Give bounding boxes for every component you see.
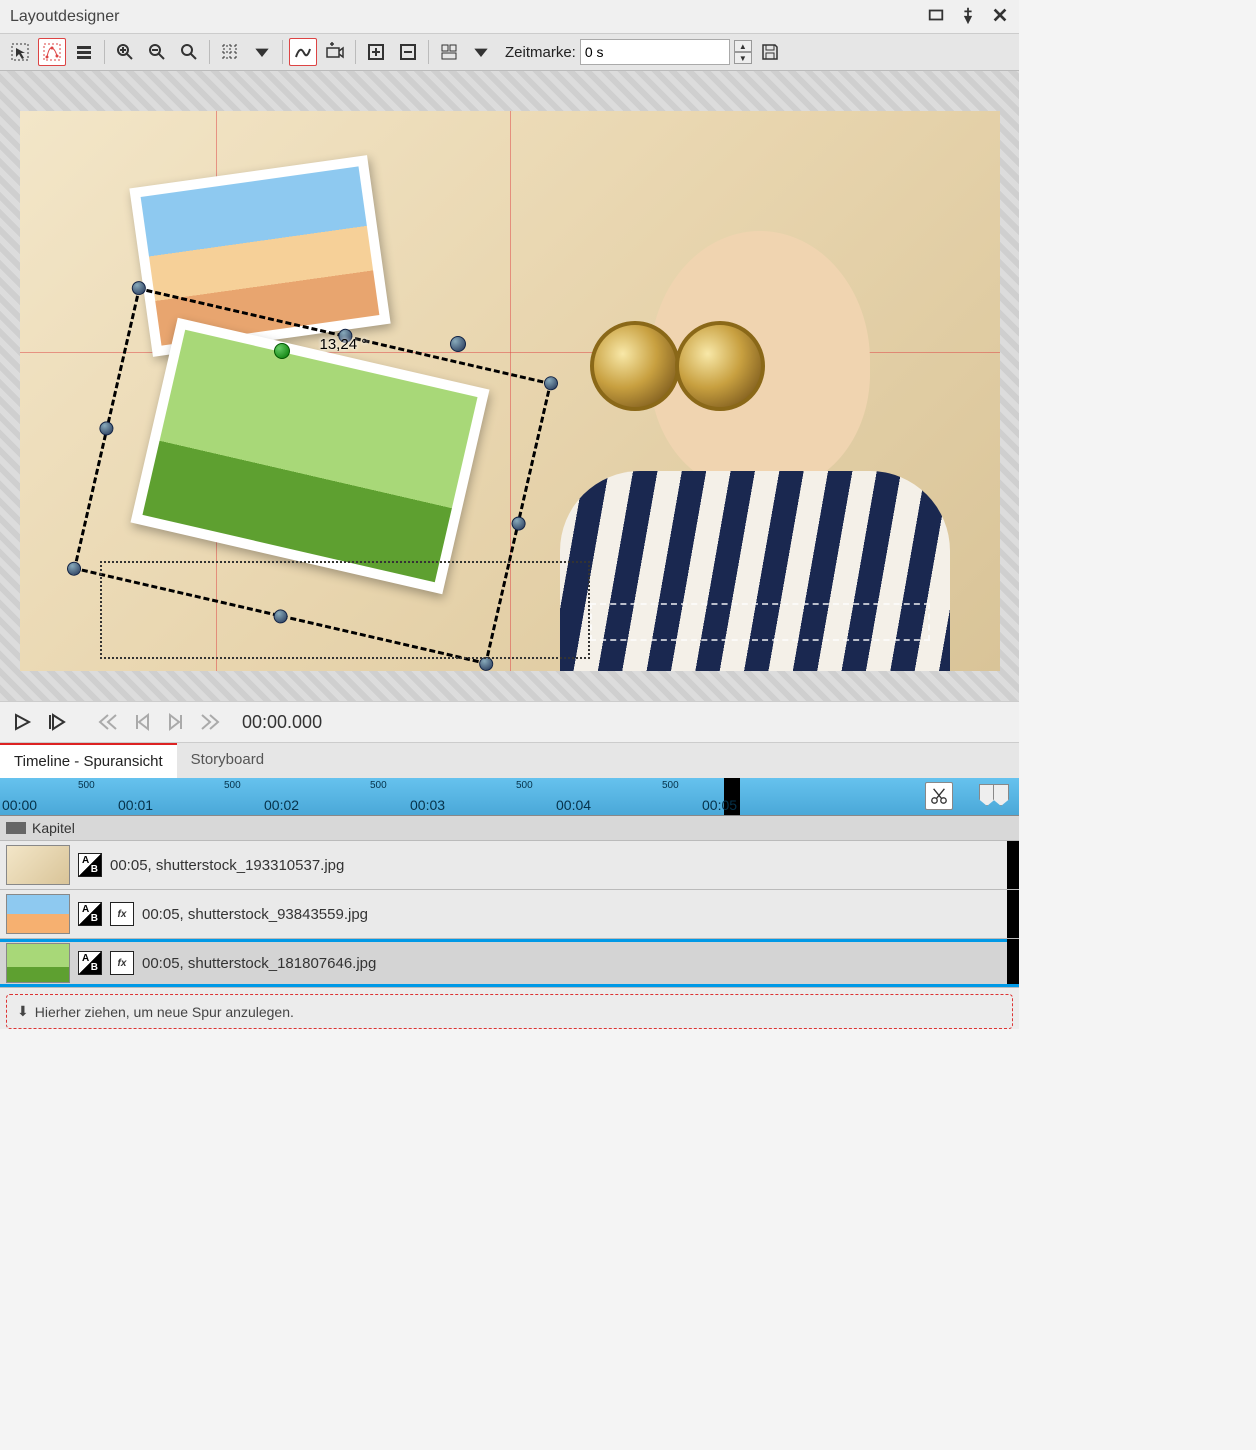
arrow-down-icon: ⬇ (17, 1003, 29, 1020)
ruler-minor: 500 (370, 780, 387, 791)
playback-bar: 00:00.000 (0, 701, 1019, 743)
window-title: Layoutdesigner (10, 8, 119, 26)
tab-timeline[interactable]: Timeline - Spuransicht (0, 743, 177, 778)
chapter-label: Kapitel (32, 820, 75, 836)
track-row[interactable]: AB fx 00:05, shutterstock_93843559.jpg (0, 890, 1019, 939)
timeline-tracks: Kapitel AB 00:05, shutterstock_193310537… (0, 816, 1019, 1029)
timeline-ruler[interactable]: 00:00 500 00:01 500 00:02 500 00:03 500 … (0, 778, 1019, 816)
fx-badge-icon[interactable]: fx (110, 951, 134, 975)
rotation-angle-label: 13,24 ° (320, 336, 368, 353)
path-tool-icon[interactable] (38, 38, 66, 66)
transition-badge-icon[interactable]: AB (78, 902, 102, 926)
resize-handle[interactable] (98, 420, 115, 437)
rotation-center-handle[interactable] (274, 343, 290, 359)
ruler-label: 00:00 (2, 797, 37, 813)
select-tool-icon[interactable] (6, 38, 34, 66)
ruler-minor: 500 (224, 780, 241, 791)
align-tool-icon[interactable] (435, 38, 463, 66)
transition-badge-icon[interactable]: AB (78, 853, 102, 877)
list-tool-icon[interactable] (70, 38, 98, 66)
keyframe-add-icon[interactable] (362, 38, 390, 66)
rotation-handle[interactable] (450, 336, 466, 352)
keyframe-remove-icon[interactable] (394, 38, 422, 66)
zeitmarke-up-icon[interactable]: ▲ (734, 40, 752, 52)
ruler-label: 00:02 (264, 797, 299, 813)
canvas-area: 13,24 ° (0, 71, 1019, 701)
forward-icon[interactable] (198, 710, 222, 734)
track-row-selected[interactable]: AB fx 00:05, shutterstock_181807646.jpg (0, 939, 1019, 988)
window-pin-icon[interactable] (959, 6, 977, 27)
zeitmarke-input[interactable] (580, 39, 730, 65)
new-track-drop-zone[interactable]: ⬇ Hierher ziehen, um neue Spur anzulegen… (6, 994, 1013, 1029)
motion-path-icon[interactable] (289, 38, 317, 66)
tab-storyboard[interactable]: Storyboard (177, 743, 278, 778)
rewind-icon[interactable] (96, 710, 120, 734)
clip-thumbnail[interactable] (6, 894, 70, 934)
playback-time: 00:00.000 (242, 712, 322, 733)
clip-end-handle[interactable] (1007, 890, 1019, 938)
ruler-label: 00:01 (118, 797, 153, 813)
ruler-label: 00:03 (410, 797, 445, 813)
ruler-label: 00:04 (556, 797, 591, 813)
ruler-minor: 500 (662, 780, 679, 791)
range-markers[interactable] (979, 784, 1007, 806)
fx-badge-icon[interactable]: fx (110, 902, 134, 926)
chapter-handle-icon[interactable] (6, 822, 26, 834)
next-frame-icon[interactable] (164, 710, 188, 734)
grid-icon[interactable] (216, 38, 244, 66)
zoom-out-icon[interactable] (143, 38, 171, 66)
ruler-label: 00:05 (702, 797, 737, 813)
ruler-minor: 500 (516, 780, 533, 791)
zeitmarke-down-icon[interactable]: ▼ (734, 52, 752, 64)
layout-canvas[interactable]: 13,24 ° (20, 111, 1000, 671)
clip-label: 00:05, shutterstock_93843559.jpg (142, 906, 368, 923)
play-from-icon[interactable] (44, 710, 68, 734)
clip-end-handle[interactable] (1007, 939, 1019, 987)
clip-end-handle[interactable] (1007, 841, 1019, 889)
clip-thumbnail[interactable] (6, 943, 70, 983)
zoom-fit-icon[interactable] (175, 38, 203, 66)
window-restore-icon[interactable] (927, 6, 945, 27)
overlay-placeholder (590, 603, 930, 641)
transition-badge-icon[interactable]: AB (78, 951, 102, 975)
selection-bounds-original (100, 561, 590, 659)
cut-icon[interactable] (925, 782, 953, 810)
prev-frame-icon[interactable] (130, 710, 154, 734)
grid-dropdown-icon[interactable] (248, 38, 276, 66)
track-row[interactable]: AB 00:05, shutterstock_193310537.jpg (0, 841, 1019, 890)
background-photo-subject (540, 191, 960, 671)
ruler-minor: 500 (78, 780, 95, 791)
resize-handle[interactable] (65, 560, 82, 577)
zeitmarke-label: Zeitmarke: (505, 44, 576, 61)
align-dropdown-icon[interactable] (467, 38, 495, 66)
zoom-in-icon[interactable] (111, 38, 139, 66)
save-icon[interactable] (756, 38, 784, 66)
clip-thumbnail[interactable] (6, 845, 70, 885)
drop-hint-label: Hierher ziehen, um neue Spur anzulegen. (35, 1004, 294, 1020)
clip-label: 00:05, shutterstock_181807646.jpg (142, 955, 376, 972)
view-tabs: Timeline - Spuransicht Storyboard (0, 743, 1019, 778)
chapter-header[interactable]: Kapitel (0, 816, 1019, 841)
layout-toolbar: Zeitmarke: ▲ ▼ (0, 34, 1019, 71)
clip-label: 00:05, shutterstock_193310537.jpg (110, 857, 344, 874)
window-close-icon[interactable] (991, 6, 1009, 27)
camera-add-icon[interactable] (321, 38, 349, 66)
resize-handle[interactable] (510, 515, 527, 532)
titlebar: Layoutdesigner (0, 0, 1019, 34)
play-icon[interactable] (10, 710, 34, 734)
